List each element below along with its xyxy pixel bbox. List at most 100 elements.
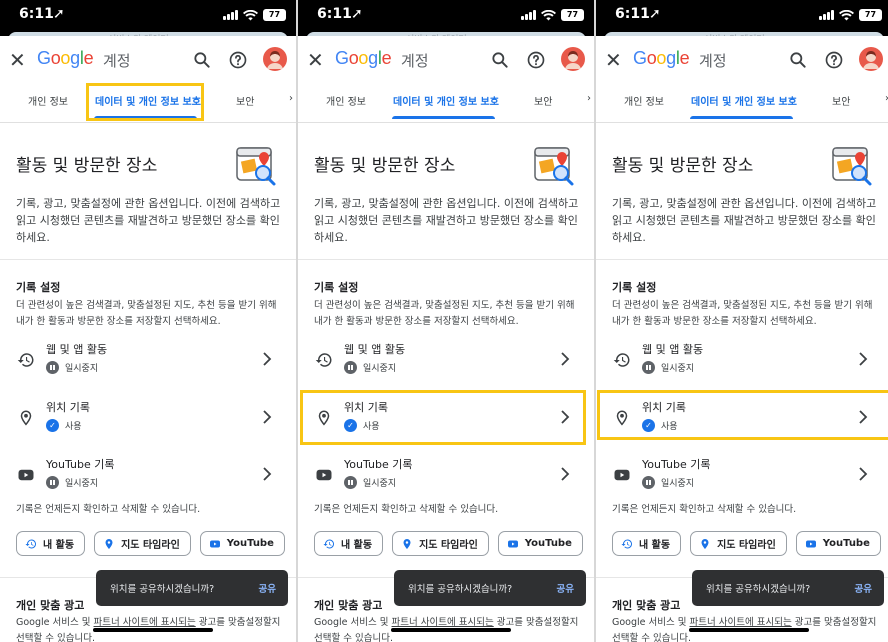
location-pin-icon — [103, 538, 115, 550]
avatar[interactable] — [561, 47, 585, 71]
youtube-icon — [805, 538, 817, 550]
chip-location-pin[interactable]: 지도 타임라인 — [94, 531, 191, 556]
chip-location-pin[interactable]: 지도 타임라인 — [392, 531, 489, 556]
search-icon[interactable] — [788, 50, 808, 70]
history-row[interactable]: 웹 및 앱 활동 일시중지 — [596, 335, 888, 387]
partner-sites-link[interactable]: 파트너 사이트에 표시되는 — [94, 617, 196, 628]
close-icon[interactable]: ✕ — [9, 50, 29, 70]
pause-icon — [642, 361, 655, 374]
row-status: ✓ 사용 — [344, 419, 380, 432]
phone-screen-2: 6:11➚ 77 서비스의 데이터 ✕ Google 계정 개인 정보데이터 및… — [298, 0, 594, 642]
history-icon — [613, 351, 631, 369]
toast-share-button[interactable]: 공유 — [855, 581, 872, 595]
history-description: 더 관련성이 높은 검색결과, 맞춤설정된 지도, 추천 등을 받기 위해 내가… — [16, 300, 277, 327]
pause-icon — [642, 476, 655, 489]
chip-youtube[interactable]: YouTube — [795, 531, 881, 556]
page-intro: 기록, 광고, 맞춤설정에 관한 옵션입니다. 이전에 검색하고 읽고 시청했던… — [16, 197, 281, 244]
page-intro: 기록, 광고, 맞춤설정에 관한 옵션입니다. 이전에 검색하고 읽고 시청했던… — [314, 197, 579, 244]
check-icon: ✓ — [642, 419, 655, 432]
chevron-right-icon — [858, 409, 868, 424]
history-row[interactable]: 웹 및 앱 활동 일시중지 — [298, 335, 594, 387]
phone-screen-1: 6:11➚ 77 서비스의 데이터 ✕ Google 계정 개인 정보데이터 및… — [0, 0, 296, 642]
chip-history[interactable]: 내 활동 — [314, 531, 384, 556]
status-time: 6:11 — [615, 6, 650, 22]
history-row[interactable]: 위치 기록 ✓ 사용 — [596, 393, 888, 445]
history-note: 기록은 언제든지 확인하고 삭제할 수 있습니다. — [16, 504, 201, 515]
chip-youtube[interactable]: YouTube — [497, 531, 583, 556]
pause-icon — [344, 361, 357, 374]
tab-divider — [298, 122, 594, 123]
chip-label: 지도 타임라인 — [419, 540, 478, 551]
history-icon — [25, 538, 37, 550]
chip-label: 내 활동 — [43, 540, 75, 551]
history-icon — [17, 351, 35, 369]
tab-1[interactable]: 데이터 및 개인 정보 보호 — [393, 93, 499, 108]
status-time: 6:11 — [19, 6, 54, 22]
phone-screen-3: 6:11➚ 77 서비스의 데이터 ✕ Google 계정 개인 정보데이터 및… — [596, 0, 888, 642]
tab-1[interactable]: 데이터 및 개인 정보 보호 — [691, 93, 797, 108]
search-icon[interactable] — [490, 50, 510, 70]
row-status-label: 일시중지 — [661, 479, 695, 489]
signal-icon — [819, 10, 834, 20]
share-location-toast: 위치를 공유하시겠습니까? 공유 — [96, 570, 288, 606]
tab-0[interactable]: 개인 정보 — [326, 93, 366, 108]
search-icon[interactable] — [192, 50, 212, 70]
youtube-icon — [209, 538, 221, 550]
battery-icon: 77 — [263, 9, 286, 21]
toast-message: 위치를 공유하시겠습니까? — [408, 584, 513, 595]
toast-share-button[interactable]: 공유 — [557, 581, 574, 595]
tab-0[interactable]: 개인 정보 — [28, 93, 68, 108]
battery-icon: 77 — [561, 9, 584, 21]
toast-share-button[interactable]: 공유 — [259, 581, 276, 595]
history-row[interactable]: 웹 및 앱 활동 일시중지 — [0, 335, 296, 387]
chip-label: 지도 타임라인 — [717, 540, 776, 551]
section-divider — [0, 259, 296, 260]
tab-active-indicator — [94, 116, 197, 119]
history-icon — [323, 538, 335, 550]
history-row[interactable]: 위치 기록 ✓ 사용 — [0, 393, 296, 445]
tab-2[interactable]: 보안 — [832, 93, 850, 108]
tab-0[interactable]: 개인 정보 — [624, 93, 664, 108]
history-row[interactable]: 위치 기록 ✓ 사용 — [298, 393, 594, 445]
row-status: 일시중지 — [46, 476, 98, 489]
status-indicators: 77 — [223, 9, 286, 21]
row-status: ✓ 사용 — [642, 419, 678, 432]
row-status-label: 사용 — [363, 422, 380, 432]
google-logo: Google — [37, 48, 94, 68]
history-heading: 기록 설정 — [16, 281, 61, 294]
chip-label: 내 활동 — [639, 540, 671, 551]
history-row[interactable]: YouTube 기록 일시중지 — [298, 450, 594, 502]
help-icon[interactable] — [228, 50, 248, 70]
chip-history[interactable]: 내 활동 — [612, 531, 682, 556]
partner-sites-link[interactable]: 파트너 사이트에 표시되는 — [392, 617, 494, 628]
tab-overflow[interactable]: › — [587, 93, 591, 104]
tab-2[interactable]: 보안 — [534, 93, 552, 108]
avatar[interactable] — [263, 47, 287, 71]
chip-history[interactable]: 내 활동 — [16, 531, 86, 556]
chip-location-pin[interactable]: 지도 타임라인 — [690, 531, 787, 556]
help-icon[interactable] — [526, 50, 546, 70]
status-bar: 6:11 ➚ 77 — [298, 0, 594, 36]
tab-1[interactable]: 데이터 및 개인 정보 보호 — [95, 93, 201, 108]
history-row[interactable]: YouTube 기록 일시중지 — [0, 450, 296, 502]
check-icon: ✓ — [46, 419, 59, 432]
chip-youtube[interactable]: YouTube — [199, 531, 285, 556]
signal-icon — [521, 10, 536, 20]
tab-2[interactable]: 보안 — [236, 93, 254, 108]
shortcut-chips: 내 활동 지도 타임라인 YouTube — [16, 531, 285, 556]
chevron-right-icon — [858, 351, 868, 366]
tab-bar: 개인 정보 데이터 및 개인 정보 보호 보안 › — [0, 86, 296, 122]
partner-sites-link[interactable]: 파트너 사이트에 표시되는 — [690, 617, 792, 628]
pause-icon — [46, 361, 59, 374]
history-icon — [315, 351, 333, 369]
help-icon[interactable] — [824, 50, 844, 70]
page-title: 활동 및 방문한 장소 — [314, 156, 456, 176]
history-row[interactable]: YouTube 기록 일시중지 — [596, 450, 888, 502]
tab-overflow[interactable]: › — [289, 93, 293, 104]
avatar[interactable] — [859, 47, 883, 71]
close-icon[interactable]: ✕ — [605, 50, 625, 70]
home-indicator — [93, 628, 213, 632]
location-arrow-icon: ➚ — [351, 6, 363, 22]
row-status: ✓ 사용 — [46, 419, 82, 432]
close-icon[interactable]: ✕ — [307, 50, 327, 70]
